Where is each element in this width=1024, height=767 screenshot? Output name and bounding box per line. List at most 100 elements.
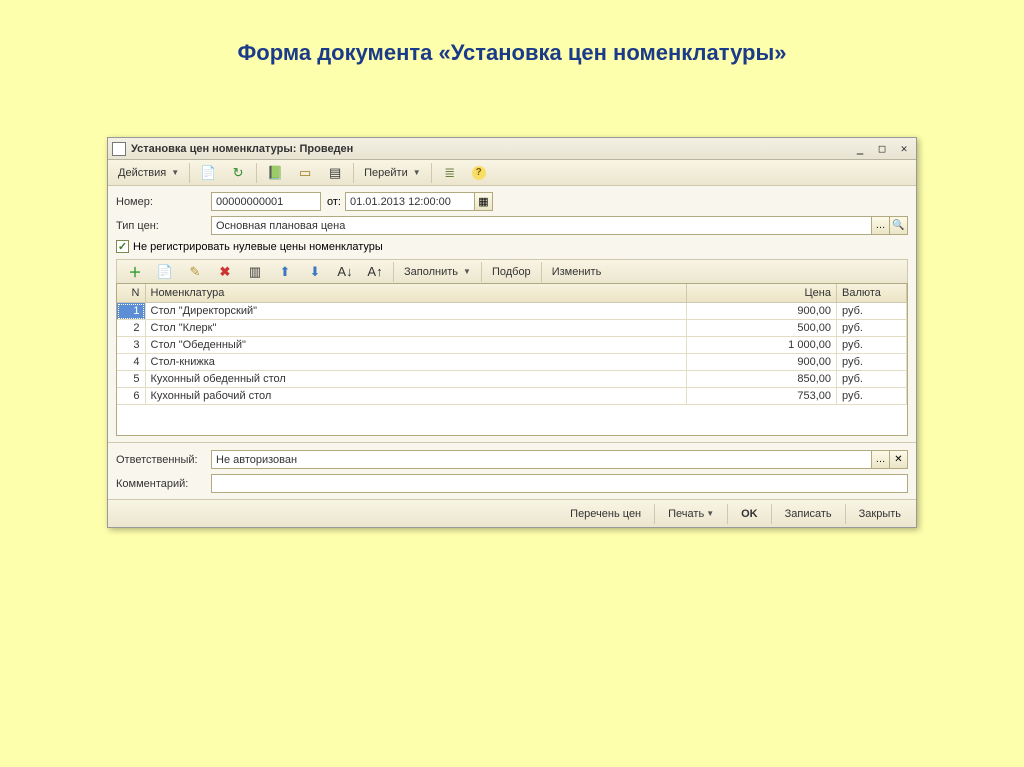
magnifier-icon: 🔍 (892, 220, 904, 231)
main-toolbar: Действия▼ 📄 ↻ 📗 ▭ ▤ Перейти▼ ≣ ? (108, 160, 916, 186)
fill-dropdown[interactable]: Заполнить▼ (398, 261, 477, 283)
cell-currency[interactable]: руб. (837, 303, 907, 320)
pricelist-button[interactable]: Перечень цен (561, 503, 650, 525)
responsible-clear-button[interactable]: ✕ (890, 450, 908, 469)
number-input[interactable] (211, 192, 321, 211)
post-doc-button[interactable]: 📄 (194, 162, 222, 184)
cell-currency[interactable]: руб. (837, 337, 907, 354)
titlebar: Установка цен номенклатуры: Проведен _ □… (108, 138, 916, 160)
help-button[interactable]: ? (466, 162, 492, 184)
table-row[interactable]: 4Стол-книжка900,00руб. (117, 354, 907, 371)
sort-desc-button[interactable]: A↑ (361, 261, 389, 283)
card-icon: ▭ (297, 165, 313, 181)
delete-icon: ✖ (217, 264, 233, 280)
comment-label: Комментарий: (116, 478, 211, 490)
cell-price[interactable]: 500,00 (687, 320, 837, 337)
col-header-currency[interactable]: Валюта (837, 284, 907, 303)
close-icon[interactable]: ✕ (896, 142, 912, 156)
date-picker-button[interactable]: ▦ (475, 192, 493, 211)
cell-currency[interactable]: руб. (837, 388, 907, 405)
table-row[interactable]: 2Стол "Клерк"500,00руб. (117, 320, 907, 337)
move-down-button[interactable]: ⬇ (301, 261, 329, 283)
table-row[interactable]: 5Кухонный обеденный стол850,00руб. (117, 371, 907, 388)
document-icon (112, 142, 126, 156)
select-button[interactable]: Подбор (486, 261, 537, 283)
zero-price-checkbox[interactable]: ✓ (116, 240, 129, 253)
maximize-icon[interactable]: □ (874, 142, 890, 156)
cell-n[interactable]: 3 (117, 337, 145, 354)
edit-row-button[interactable]: ✎ (181, 261, 209, 283)
cell-price[interactable]: 850,00 (687, 371, 837, 388)
goto-dropdown[interactable]: Перейти▼ (358, 162, 427, 184)
comment-input[interactable] (211, 474, 908, 493)
cell-n[interactable]: 5 (117, 371, 145, 388)
pricetype-input[interactable] (211, 216, 872, 235)
cell-price[interactable]: 1 000,00 (687, 337, 837, 354)
close-button[interactable]: Закрыть (850, 503, 910, 525)
cell-name[interactable]: Стол "Клерк" (145, 320, 687, 337)
sort-asc-icon: A↓ (337, 264, 353, 280)
price-grid[interactable]: N Номенклатура Цена Валюта 1Стол "Директ… (116, 283, 908, 436)
ledger-icon: 📗 (267, 165, 283, 181)
responsible-input[interactable] (211, 450, 872, 469)
number-label: Номер: (116, 196, 211, 208)
change-button[interactable]: Изменить (546, 261, 608, 283)
cell-name[interactable]: Стол "Обеденный" (145, 337, 687, 354)
plus-icon: ＋ (127, 264, 143, 280)
structure-button[interactable]: ▤ (321, 162, 349, 184)
move-up-button[interactable]: ⬆ (271, 261, 299, 283)
pricetype-label: Тип цен: (116, 220, 211, 232)
window-title: Установка цен номенклатуры: Проведен (131, 143, 852, 155)
cell-n[interactable]: 6 (117, 388, 145, 405)
cell-n[interactable]: 1 (117, 303, 145, 320)
actions-dropdown[interactable]: Действия▼ (112, 162, 185, 184)
pencil-icon: ✎ (187, 264, 203, 280)
date-label: от: (327, 196, 341, 208)
footer-bar: Перечень цен Печать▼ OK Записать Закрыть (108, 499, 916, 527)
settings-row-button[interactable]: ▥ (241, 261, 269, 283)
post-icon: 📄 (200, 165, 216, 181)
delete-row-button[interactable]: ✖ (211, 261, 239, 283)
cell-price[interactable]: 900,00 (687, 354, 837, 371)
print-dropdown[interactable]: Печать▼ (659, 503, 723, 525)
repost-button[interactable]: ↻ (224, 162, 252, 184)
document-window: Установка цен номенклатуры: Проведен _ □… (107, 137, 917, 528)
cell-currency[interactable]: руб. (837, 354, 907, 371)
date-input[interactable] (345, 192, 475, 211)
table-row[interactable]: 1Стол "Директорский"900,00руб. (117, 303, 907, 320)
calendar-icon: ▦ (478, 195, 488, 208)
cell-name[interactable]: Стол-книжка (145, 354, 687, 371)
cell-currency[interactable]: руб. (837, 320, 907, 337)
refresh-icon: ↻ (230, 165, 246, 181)
arrow-down-icon: ⬇ (307, 264, 323, 280)
add-row-button[interactable]: ＋ (121, 261, 149, 283)
cell-n[interactable]: 4 (117, 354, 145, 371)
minimize-icon[interactable]: _ (852, 142, 868, 156)
cell-name[interactable]: Кухонный обеденный стол (145, 371, 687, 388)
page-title: Форма документа «Установка цен номенклат… (0, 0, 1024, 86)
cell-n[interactable]: 2 (117, 320, 145, 337)
pricetype-open-button[interactable]: 🔍 (890, 216, 908, 235)
responsible-label: Ответственный: (116, 454, 211, 466)
pricetype-select-button[interactable]: … (872, 216, 890, 235)
col-header-n[interactable]: N (117, 284, 145, 303)
table-row[interactable]: 3Стол "Обеденный"1 000,00руб. (117, 337, 907, 354)
sort-asc-button[interactable]: A↓ (331, 261, 359, 283)
cell-price[interactable]: 900,00 (687, 303, 837, 320)
save-button[interactable]: Записать (776, 503, 841, 525)
col-header-name[interactable]: Номенклатура (145, 284, 687, 303)
movement-button[interactable]: 📗 (261, 162, 289, 184)
list-button[interactable]: ≣ (436, 162, 464, 184)
table-row[interactable]: 6Кухонный рабочий стол753,00руб. (117, 388, 907, 405)
sort-desc-icon: A↑ (367, 264, 383, 280)
ok-button[interactable]: OK (732, 503, 767, 525)
cell-name[interactable]: Стол "Директорский" (145, 303, 687, 320)
zero-price-label: Не регистрировать нулевые цены номенклат… (133, 241, 383, 253)
copy-row-button[interactable]: 📄 (151, 261, 179, 283)
basis-button[interactable]: ▭ (291, 162, 319, 184)
col-header-price[interactable]: Цена (687, 284, 837, 303)
cell-currency[interactable]: руб. (837, 371, 907, 388)
responsible-select-button[interactable]: … (872, 450, 890, 469)
cell-price[interactable]: 753,00 (687, 388, 837, 405)
cell-name[interactable]: Кухонный рабочий стол (145, 388, 687, 405)
